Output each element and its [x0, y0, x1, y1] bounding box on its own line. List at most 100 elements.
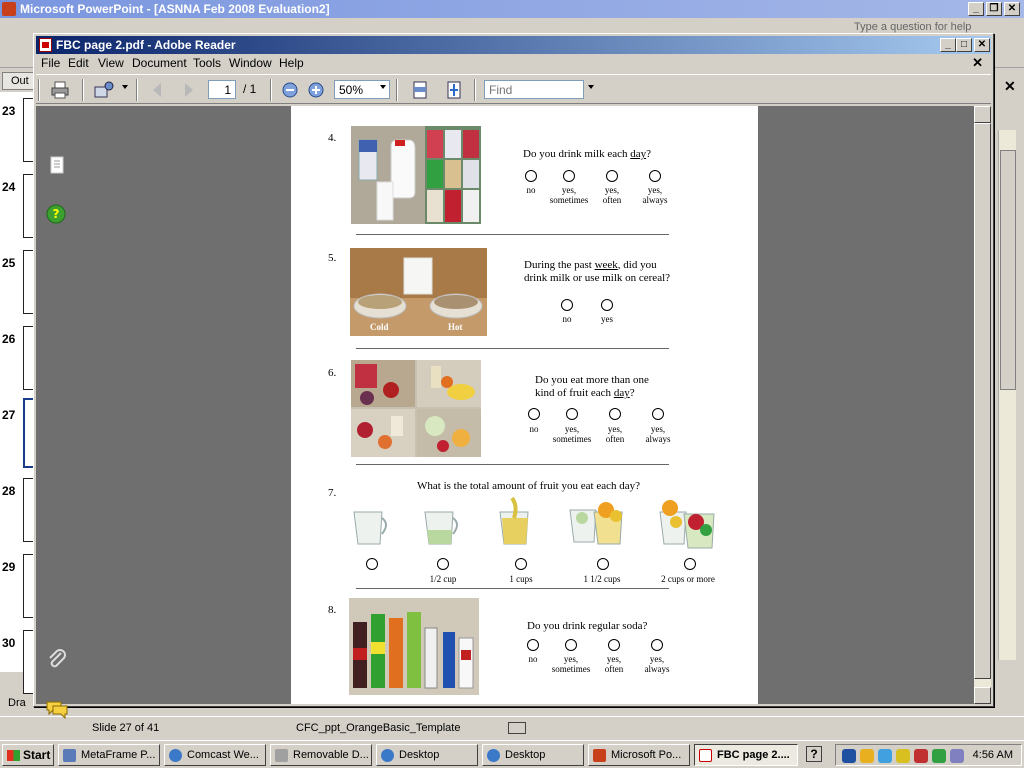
collaborate-dropdown-icon[interactable] [122, 85, 128, 89]
slide-number: 27 [2, 408, 16, 422]
q7-option-half-cup-radio[interactable] [437, 558, 449, 570]
taskbar-button-powerpoint[interactable]: Microsoft Po... [588, 744, 690, 766]
toolbar-separator [474, 79, 476, 101]
q8-option-often-radio[interactable] [608, 639, 620, 651]
taskbar-button-adobe-reader[interactable]: FBC page 2.... [694, 744, 798, 766]
menu-edit[interactable]: Edit [68, 56, 89, 70]
find-input[interactable] [484, 80, 584, 99]
antivirus-icon[interactable] [914, 749, 928, 763]
document-close-icon[interactable]: ✕ [972, 55, 983, 71]
zoom-level-input[interactable] [334, 80, 380, 99]
q6-number: 6. [328, 367, 337, 379]
slide-number: 25 [2, 256, 16, 270]
menu-tools[interactable]: Tools [193, 56, 221, 70]
volume-icon[interactable] [950, 749, 964, 763]
reader-close-button[interactable]: ✕ [974, 38, 990, 52]
ppt-scroll-thumb[interactable] [1000, 150, 1016, 390]
reader-titlebar: FBC page 2.pdf - Adobe Reader _ □ ✕ [36, 36, 991, 54]
q6-option-sometimes-radio[interactable] [566, 408, 578, 420]
metaframe-icon [63, 749, 76, 762]
reader-maximize-button[interactable]: □ [956, 38, 972, 52]
print-icon[interactable] [50, 81, 70, 99]
taskbar-button-comcast[interactable]: Comcast We... [164, 744, 266, 766]
q6-option-no-radio[interactable] [528, 408, 540, 420]
ppt-minimize-button[interactable]: _ [968, 2, 984, 16]
toolbar-separator [396, 79, 398, 101]
toolbar-separator [82, 79, 84, 101]
adobe-reader-window: FBC page 2.pdf - Adobe Reader _ □ ✕ File… [33, 33, 994, 720]
security-shield-icon[interactable] [860, 749, 874, 763]
start-button[interactable]: Start [2, 744, 54, 766]
update-icon[interactable] [932, 749, 946, 763]
q7-option-two-cups-radio[interactable] [684, 558, 696, 570]
q5-question: During the past week, did you drink milk… [524, 259, 671, 284]
reader-vertical-scrollbar[interactable] [974, 106, 991, 704]
fit-page-icon[interactable] [444, 81, 464, 99]
zoom-in-icon[interactable] [306, 81, 326, 99]
slide-number: 23 [2, 104, 16, 118]
q4-milk-photo [351, 126, 481, 224]
zoom-dropdown-icon[interactable] [380, 85, 386, 89]
clock[interactable]: 4:56 AM [973, 749, 1013, 761]
pages-panel-icon[interactable] [48, 156, 66, 176]
reader-scroll-thumb[interactable] [974, 123, 991, 679]
ppt-vertical-scrollbar[interactable] [998, 130, 1016, 660]
q4-option-always-radio[interactable] [649, 170, 661, 182]
previous-page-icon[interactable] [148, 81, 168, 99]
help-icon[interactable]: ? [46, 204, 66, 224]
q6-option-always-radio[interactable] [652, 408, 664, 420]
q7-option-one-cup-radio[interactable] [515, 558, 527, 570]
taskbar-button-desktop-2[interactable]: Desktop [482, 744, 584, 766]
menu-help[interactable]: Help [279, 56, 304, 70]
q6-question: Do you eat more than one kind of fruit e… [535, 374, 649, 399]
ppt-slide-thumbnails: 23 24 25 26 27 28 29 30 [0, 92, 37, 694]
zoom-dropdown[interactable] [376, 80, 390, 99]
ppt-pane-close-icon[interactable]: ✕ [1004, 78, 1016, 95]
svg-text:?: ? [53, 207, 60, 221]
page-number-input[interactable] [208, 80, 236, 99]
measuring-cup-half-icon [424, 511, 458, 545]
help-question-icon[interactable]: ? [806, 746, 822, 762]
next-page-icon[interactable] [178, 81, 198, 99]
q8-option-always-radio[interactable] [651, 639, 663, 651]
zoom-out-icon[interactable] [280, 81, 300, 99]
toolbar-separator [136, 79, 138, 101]
q4-option-sometimes-radio[interactable] [563, 170, 575, 182]
menu-window[interactable]: Window [229, 56, 272, 70]
menu-view[interactable]: View [98, 56, 124, 70]
menu-file[interactable]: File [41, 56, 60, 70]
q8-option-no-radio[interactable] [527, 639, 539, 651]
q6-option-often-radio[interactable] [609, 408, 621, 420]
network-icon[interactable] [842, 749, 856, 763]
spellcheck-icon[interactable] [508, 722, 526, 734]
document-view[interactable]: 4. Do you drink milk each day? no yes, s… [76, 106, 974, 704]
q5-option-no-radio[interactable] [561, 299, 573, 311]
collaborate-icon[interactable] [94, 81, 116, 99]
actual-size-icon[interactable] [410, 81, 430, 99]
taskbar-button-desktop-1[interactable]: Desktop [376, 744, 478, 766]
q4-option-label: yes, always [642, 185, 668, 205]
q4-option-no-radio[interactable] [525, 170, 537, 182]
desktop-folder-icon [487, 749, 500, 762]
q4-option-often-radio[interactable] [606, 170, 618, 182]
q7-option-none-radio[interactable] [366, 558, 378, 570]
scroll-down-arrow-icon[interactable] [974, 687, 991, 704]
comments-icon[interactable] [45, 700, 69, 720]
q5-option-yes-radio[interactable] [601, 299, 613, 311]
ppt-outline-tab[interactable]: Out [2, 72, 34, 90]
scroll-up-arrow-icon[interactable] [974, 106, 991, 123]
measuring-cup-one-icon [499, 496, 529, 545]
slide-number: 30 [2, 636, 16, 650]
ppt-close-button[interactable]: ✕ [1004, 2, 1020, 16]
q8-option-sometimes-radio[interactable] [565, 639, 577, 651]
attachments-paperclip-icon[interactable] [46, 648, 68, 670]
reader-minimize-button[interactable]: _ [940, 38, 956, 52]
pen-tablet-icon[interactable] [896, 749, 910, 763]
taskbar-button-metaframe[interactable]: MetaFrame P... [58, 744, 160, 766]
ppt-restore-button[interactable]: ❐ [986, 2, 1002, 16]
connection-icon[interactable] [878, 749, 892, 763]
menu-document[interactable]: Document [132, 56, 187, 70]
find-dropdown-icon[interactable] [588, 85, 594, 89]
q7-option-one-half-cup-radio[interactable] [597, 558, 609, 570]
taskbar-button-removable-disk[interactable]: Removable D... [270, 744, 372, 766]
